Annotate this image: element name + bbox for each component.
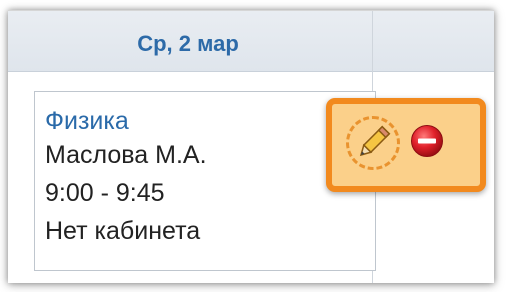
schedule-panel: Ср, 2 мар Физика Маслова М.А. 9:00 - 9:4… xyxy=(8,10,494,283)
day-title: Ср, 2 мар xyxy=(137,31,239,56)
delete-button[interactable] xyxy=(410,124,444,158)
lesson-card[interactable]: Физика Маслова М.А. 9:00 - 9:45 Нет каби… xyxy=(34,91,376,271)
lesson-time: 9:00 - 9:45 xyxy=(45,179,165,207)
pencil-icon xyxy=(359,125,391,157)
lesson-actions-highlight xyxy=(326,98,486,192)
edit-button[interactable] xyxy=(346,116,400,170)
delete-circle-icon xyxy=(411,125,443,157)
lesson-room: Нет кабинета xyxy=(45,217,201,245)
lesson-teacher: Маслова М.А. xyxy=(45,141,207,169)
lesson-subject[interactable]: Физика xyxy=(45,106,129,136)
day-header: Ср, 2 мар xyxy=(8,11,494,72)
